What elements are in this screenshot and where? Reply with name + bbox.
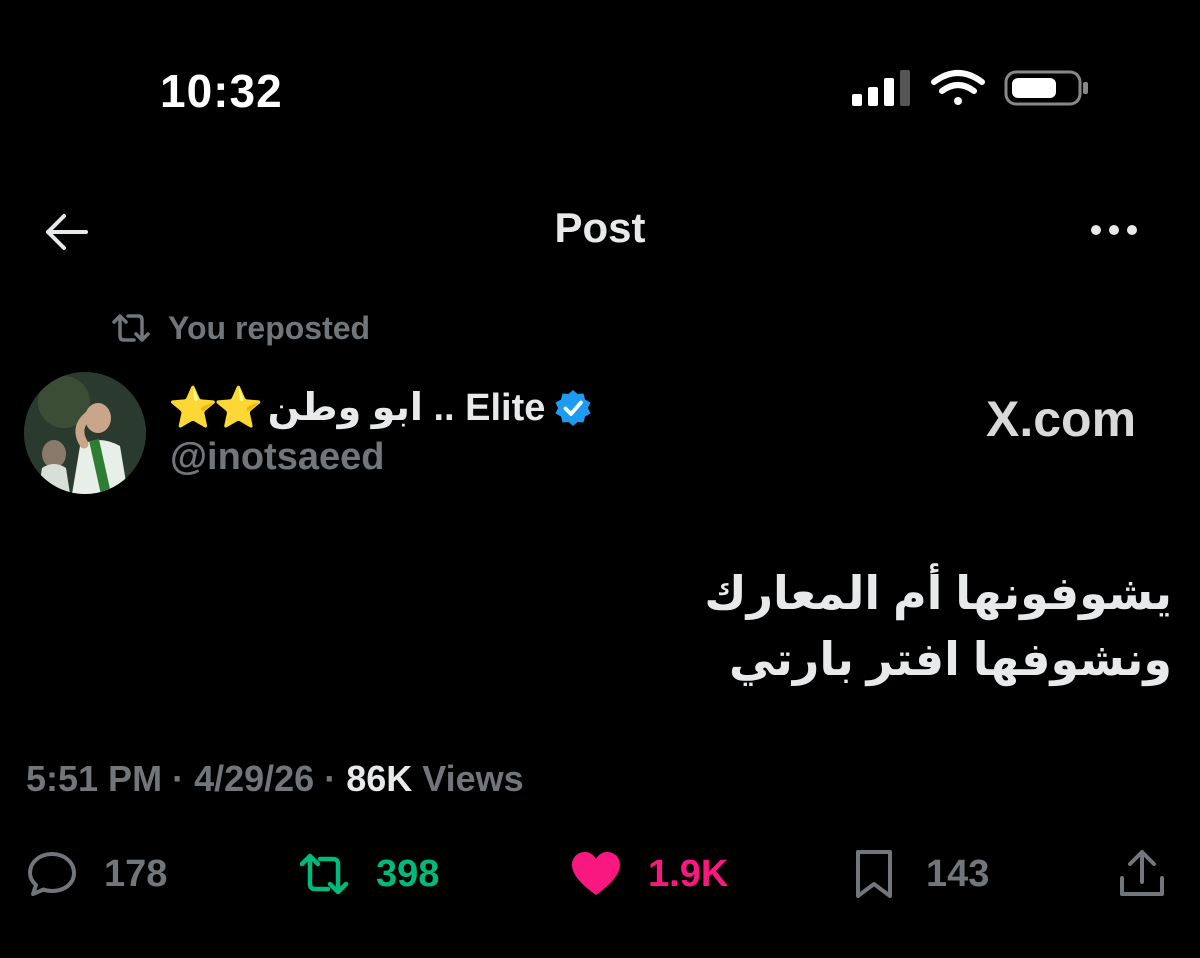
- tweet-time[interactable]: 5:51 PM: [26, 758, 162, 799]
- status-icons: [852, 70, 1088, 106]
- bookmark-icon: [856, 850, 892, 898]
- reply-count: 178: [104, 852, 168, 895]
- author-name: ابو وطن .. Elite: [267, 387, 546, 429]
- signal-icon: [852, 70, 910, 106]
- repost-label: You reposted: [168, 309, 371, 346]
- like-button[interactable]: 1.9K: [568, 846, 728, 902]
- author-handle[interactable]: @inotsaeed: [170, 436, 384, 479]
- avatar[interactable]: [24, 372, 146, 494]
- reply-button[interactable]: 178: [24, 846, 167, 902]
- heart-icon: [572, 852, 620, 895]
- repost-icon: [112, 314, 150, 342]
- repost-context[interactable]: You reposted: [108, 308, 370, 348]
- page-title: Post: [554, 204, 646, 251]
- bookmark-button[interactable]: 143: [846, 846, 989, 902]
- author-stars: ⭐⭐: [168, 386, 264, 430]
- bookmark-count: 143: [926, 852, 990, 895]
- more-icon[interactable]: [1084, 210, 1144, 250]
- battery-icon: [1004, 70, 1088, 106]
- watermark: X.com: [986, 391, 1137, 447]
- author-name-row[interactable]: ⭐⭐ ابو وطن .. Elite: [168, 384, 593, 431]
- meta-separator: ·: [172, 758, 195, 799]
- reply-icon: [28, 852, 76, 896]
- tweet-date[interactable]: 4/29/26: [194, 758, 314, 799]
- retweet-count: 398: [376, 852, 440, 895]
- share-icon[interactable]: [1114, 846, 1170, 902]
- like-count: 1.9K: [648, 852, 729, 895]
- views-label: Views: [422, 758, 524, 799]
- views-count: 86K: [346, 758, 413, 799]
- tweet-text: يشوفونها أم المعارك ونشوفها افتر بارتي: [704, 560, 1172, 692]
- avatar-image: [24, 372, 146, 494]
- status-time: 10:32: [160, 65, 283, 117]
- retweet-icon: [299, 853, 349, 895]
- meta-separator: ·: [324, 758, 347, 799]
- tweet-meta: 5:51 PM · 4/29/26 · 86K Views: [26, 758, 524, 800]
- tweet-line: يشوفونها أم المعارك: [704, 567, 1172, 619]
- wifi-icon: [931, 70, 985, 105]
- tweet-line: ونشوفها افتر بارتي: [729, 633, 1172, 685]
- verified-badge-icon: [555, 389, 591, 426]
- retweet-button[interactable]: 398: [296, 846, 439, 902]
